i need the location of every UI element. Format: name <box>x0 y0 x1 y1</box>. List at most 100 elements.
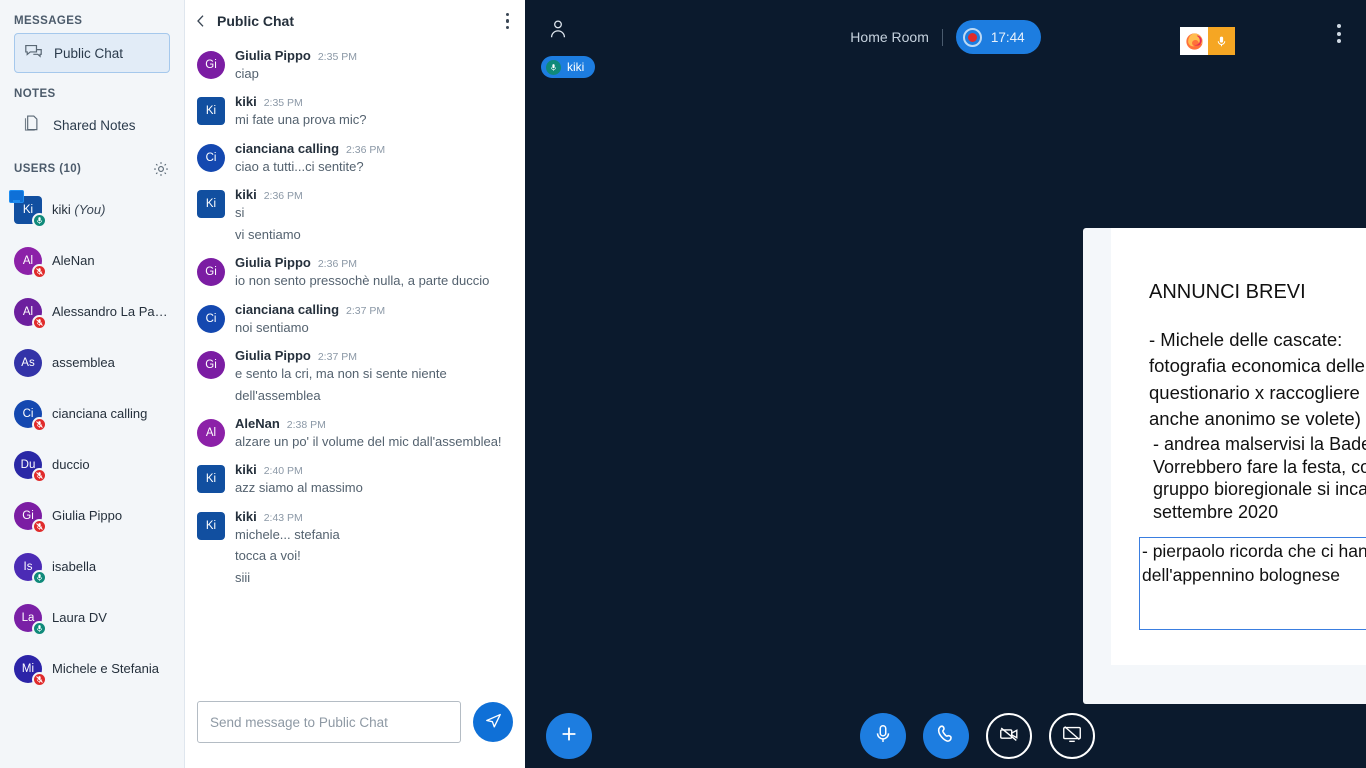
self-name-label: kiki <box>567 60 585 74</box>
chat-message: Ki kiki 2:35 PM mi fate una prova mic? <box>197 88 503 130</box>
presentation-toolbar: Slide 4 100% <box>1083 665 1366 704</box>
user-list-item[interactable]: Al AleNan <box>14 235 170 286</box>
main-content-area: kiki Home Room 17:44 ANNUNCI BREVI - Mic… <box>525 0 1366 768</box>
action-bar <box>525 704 1366 768</box>
chat-message-text: tocca a voi! <box>235 548 301 564</box>
share-webcam-button[interactable] <box>986 713 1032 759</box>
chat-message-text: io non sento pressochè nulla, a parte du… <box>235 273 490 289</box>
avatar: Gi <box>197 351 225 380</box>
add-button[interactable] <box>546 713 592 759</box>
microphone-status-icon <box>32 620 47 636</box>
notes-icon <box>22 113 43 137</box>
user-list-item[interactable]: Du duccio <box>14 439 170 490</box>
mute-button[interactable] <box>860 713 906 759</box>
recording-time: 17:44 <box>990 29 1025 45</box>
avatar: Is <box>14 552 47 585</box>
microphone-status-icon <box>32 569 47 585</box>
avatar: Ki <box>197 97 225 126</box>
chat-message-input[interactable] <box>197 701 461 743</box>
user-list-item[interactable]: Ci cianciana calling <box>14 388 170 439</box>
user-name: duccio <box>52 457 90 472</box>
chat-message: Al AleNan 2:38 PM alzare un po' il volume d… <box>197 410 503 452</box>
chat-message-text: michele... stefania <box>235 526 340 542</box>
chat-message-sender: Giulia Pippo <box>235 48 311 63</box>
chat-message-sender: AleNan <box>235 415 280 431</box>
user-name: Michele e Stefania <box>52 661 159 676</box>
camera-off-icon <box>998 723 1020 750</box>
user-list-item[interactable]: Gi Giulia Pippo <box>14 490 170 541</box>
whiteboard-textbox-text: - pierpaolo ricorda che ci han chiesto a… <box>1142 541 1366 585</box>
chat-message-text: e sento la cri, ma non si sente niente d… <box>235 366 447 403</box>
user-list-item[interactable]: As assemblea <box>14 337 170 388</box>
chat-message: Ci cianciana calling 2:37 PM noi sentiamo <box>197 296 503 338</box>
avatar: Gi <box>197 258 225 287</box>
chat-message: Gi Giulia Pippo 2:35 PM ciap <box>197 42 503 84</box>
user-list-item[interactable]: Is isabella <box>14 541 170 592</box>
users-heading: USERS (10) <box>14 163 82 175</box>
sidebar-item-shared-notes[interactable]: Shared Notes <box>14 106 170 144</box>
gear-icon[interactable] <box>152 160 170 178</box>
chat-message: Ki kiki 2:43 PM michele... stefania tocca a … <box>197 503 503 588</box>
chat-message-time: 2:36 PM <box>317 258 357 271</box>
chevron-left-icon[interactable] <box>193 13 209 29</box>
chat-message: Gi Giulia Pippo 2:37 PM e sento la cri, ma … <box>197 342 503 406</box>
chat-message-sender: kiki <box>235 462 257 478</box>
microphone-status-icon <box>32 467 47 483</box>
presenter-icon <box>9 189 24 203</box>
self-talking-indicator: kiki <box>541 56 596 78</box>
chat-message-sender: kiki <box>235 94 257 110</box>
chat-message-sender: kiki <box>235 187 257 203</box>
user-name: assemblea <box>52 355 115 370</box>
public-chat-label: Public Chat <box>54 45 124 61</box>
notes-heading: NOTES <box>14 88 56 100</box>
chat-message-sender: kiki <box>235 508 257 524</box>
chat-message-sender: Giulia Pippo <box>235 255 311 271</box>
microphone-icon <box>872 723 894 750</box>
chat-message: Ki kiki 2:36 PM si vi sentiamo <box>197 181 503 245</box>
recording-indicator[interactable]: 17:44 <box>955 20 1041 54</box>
avatar: Ci <box>197 143 225 172</box>
user-list-item[interactable]: Ki kiki (You) <box>9 184 170 235</box>
chat-message-time: 2:35 PM <box>317 51 357 63</box>
chat-message: Gi Giulia Pippo 2:36 PM io non sento presso… <box>197 249 503 291</box>
options-kebab-icon[interactable] <box>1334 21 1344 46</box>
user-list-item[interactable]: Mi Michele e Stefania <box>14 643 170 694</box>
chat-message-text: ciao a tutti...ci sentite? <box>235 158 364 174</box>
chat-message-text: azz siamo al massimo <box>235 480 363 496</box>
chat-message-text: noi sentiamo <box>235 319 309 335</box>
avatar: Ki <box>197 511 225 540</box>
chat-message-time: 2:43 PM <box>263 511 303 524</box>
avatar: La <box>14 603 47 636</box>
user-list-item[interactable]: Al Alessandro La Palom… <box>14 286 170 337</box>
users-heading-row: USERS (10) <box>14 160 170 178</box>
send-message-button[interactable] <box>473 702 513 742</box>
whiteboard-textbox[interactable]: - pierpaolo ricorda che ci han chiesto a… <box>1139 537 1366 630</box>
user-name: Laura DV <box>52 610 107 625</box>
sidebar-item-public-chat[interactable]: Public Chat <box>14 33 170 73</box>
avatar: Gi <box>197 51 225 79</box>
microphone-status-icon <box>32 518 47 534</box>
slide-canvas[interactable]: ANNUNCI BREVI - Michele delle cascate: f… <box>1111 228 1366 665</box>
chat-options-kebab-icon[interactable] <box>502 9 514 34</box>
chat-message-sender: Giulia Pippo <box>235 348 311 364</box>
leave-audio-button[interactable] <box>923 713 969 759</box>
send-icon <box>484 711 503 733</box>
slide-bullet-1: - Michele delle cascate: fotografia econ… <box>1149 329 1366 429</box>
user-list-item[interactable]: La Laura DV <box>14 592 170 643</box>
chat-message-list[interactable]: Gi Giulia Pippo 2:35 PM ciap Ki kiki 2:35 PM mi… <box>185 42 525 690</box>
chat-message-text: vi sentiamo <box>235 226 301 242</box>
user-name: cianciana calling <box>52 406 148 421</box>
chat-message: Ki kiki 2:40 PM azz siamo al massimo <box>197 456 503 498</box>
chat-message-text: alzare un po' il volume del mic dall'ass… <box>235 433 502 449</box>
avatar: Ki <box>197 465 225 494</box>
chat-message-time: 2:37 PM <box>346 304 386 317</box>
chat-message-time: 2:35 PM <box>263 97 303 110</box>
share-screen-button[interactable] <box>1049 713 1095 759</box>
microphone-icon <box>546 59 561 75</box>
chat-compose-form <box>185 690 525 768</box>
avatar: Al <box>14 297 47 330</box>
record-icon <box>962 27 982 47</box>
chat-message-sender: cianciana calling <box>235 140 340 156</box>
phone-icon <box>935 723 957 750</box>
chat-message-time: 2:36 PM <box>346 143 386 156</box>
